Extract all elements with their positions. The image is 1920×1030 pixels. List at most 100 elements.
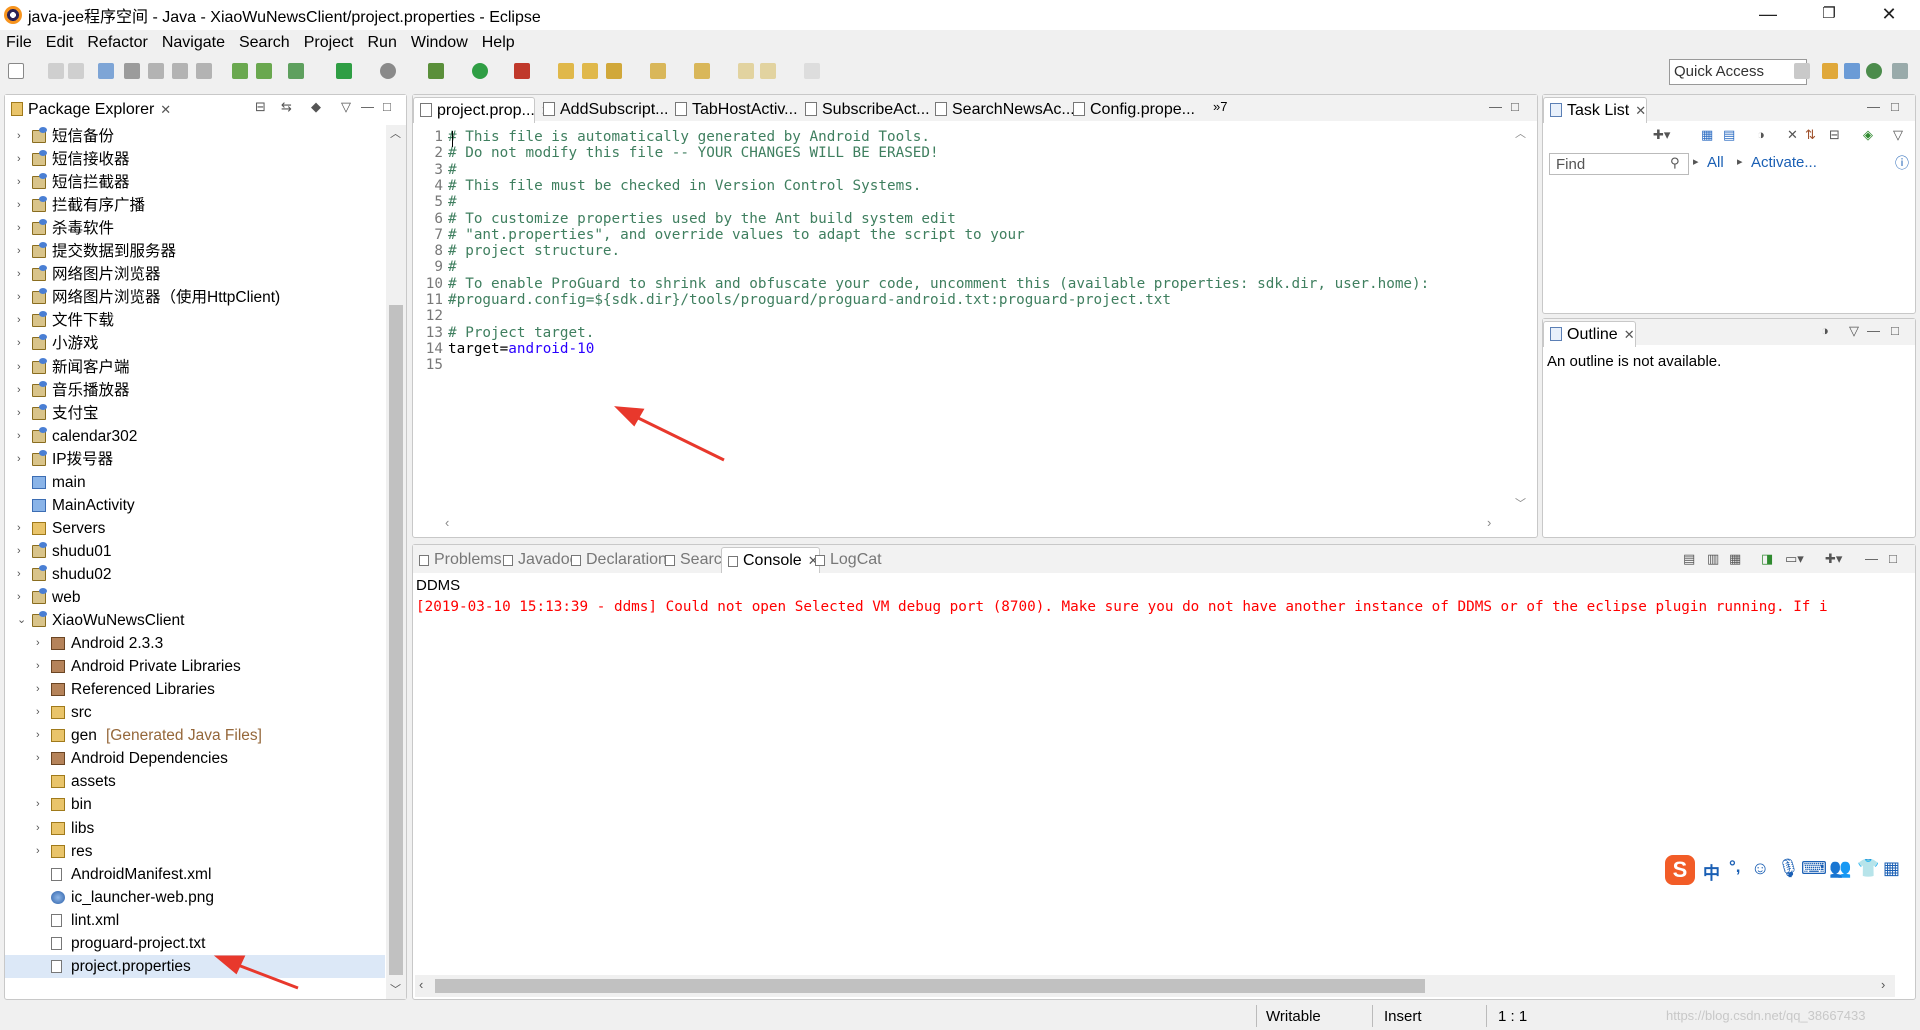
new-icon[interactable] — [8, 63, 24, 79]
collapse-all-icon[interactable]: ⊟ — [255, 99, 266, 115]
categorize-icon[interactable]: ▦ — [1701, 127, 1713, 143]
minimize-view-icon[interactable]: — — [1867, 99, 1880, 114]
tree-scroll-thumb[interactable] — [389, 305, 403, 975]
editor-hscrollbar[interactable]: ‹ › — [441, 515, 1503, 533]
minimize-button[interactable]: — — [1745, 0, 1791, 30]
tree-item[interactable]: › calendar302 — [5, 425, 385, 448]
collapsed-chevron-icon[interactable]: › — [36, 655, 46, 678]
menu-navigate[interactable]: Navigate — [162, 34, 225, 52]
print-icon[interactable] — [98, 63, 114, 79]
tab-logcat[interactable]: LogCat — [809, 547, 882, 573]
save-icon[interactable] — [48, 63, 64, 79]
tree-item[interactable]: › IP拨号器 — [5, 448, 385, 471]
android-sdk-icon[interactable] — [232, 63, 248, 79]
java-perspective-icon[interactable] — [1844, 63, 1860, 79]
collapsed-chevron-icon[interactable]: › — [36, 747, 46, 770]
open-console-icon[interactable]: ✚▾ — [1825, 551, 1842, 567]
console-hscrollbar[interactable]: ‹ › — [415, 975, 1895, 997]
menu-edit[interactable]: Edit — [46, 34, 74, 52]
collapsed-chevron-icon[interactable]: › — [17, 379, 27, 402]
scroll-right-icon[interactable]: › — [1881, 977, 1885, 992]
collapsed-chevron-icon[interactable]: › — [17, 563, 27, 586]
save-all-icon[interactable] — [68, 63, 84, 79]
tree-item[interactable]: › Android 2.3.3 — [5, 632, 385, 655]
tree-item[interactable]: › 新闻客户端 — [5, 356, 385, 379]
tab-search[interactable]: Search — [659, 547, 731, 573]
expanded-chevron-icon[interactable]: ⌄ — [17, 609, 27, 632]
focus-icon[interactable]: ◆ — [311, 99, 321, 115]
collapsed-chevron-icon[interactable]: › — [36, 701, 46, 724]
scroll-left-icon[interactable]: ‹ — [419, 977, 423, 992]
scroll-left-icon[interactable]: ‹ — [445, 515, 449, 530]
word-wrap-icon[interactable]: ▦ — [1729, 551, 1741, 567]
menu-run[interactable]: Run — [367, 34, 396, 52]
build-icon[interactable] — [336, 63, 352, 79]
close-icon[interactable]: ✕ — [1624, 327, 1635, 342]
tree-item[interactable]: › Android Private Libraries — [5, 655, 385, 678]
menu-help[interactable]: Help — [482, 34, 515, 52]
scroll-down-icon[interactable]: ﹀ — [1515, 495, 1526, 511]
collapsed-chevron-icon[interactable]: › — [17, 240, 27, 263]
tree-item[interactable]: project.properties — [5, 954, 385, 978]
collapsed-chevron-icon[interactable]: › — [17, 332, 27, 355]
user-icon[interactable]: 👥 — [1829, 858, 1851, 879]
activate-link[interactable]: Activate... — [1751, 154, 1817, 171]
collapsed-chevron-icon[interactable]: › — [17, 356, 27, 379]
tree-item[interactable]: ic_launcher-web.png — [5, 886, 385, 909]
tree-item[interactable]: › Servers — [5, 517, 385, 540]
tree-item[interactable]: MainActivity — [5, 494, 385, 517]
tree-item[interactable]: › 网络图片浏览器 — [5, 263, 385, 286]
show-completed-icon[interactable]: ◑ — [1757, 127, 1765, 142]
collapsed-chevron-icon[interactable]: › — [17, 148, 27, 171]
tree-item[interactable]: › Android Dependencies — [5, 747, 385, 770]
tree-item[interactable]: › 小游戏 — [5, 332, 385, 355]
editor-tab[interactable]: Config.prope... — [1067, 97, 1195, 123]
editor-tab[interactable]: SearchNewsAc... — [929, 97, 1075, 123]
keyboard-icon[interactable]: ⌨ — [1801, 858, 1827, 879]
link-editor-icon[interactable]: ⇆ — [281, 99, 292, 115]
tree-item[interactable]: › 网络图片浏览器（使用HttpClient) — [5, 286, 385, 309]
tree-item[interactable]: › 音乐播放器 — [5, 379, 385, 402]
quick-access-field[interactable]: Quick Access — [1669, 59, 1807, 85]
more-tabs-indicator[interactable]: »7 — [1213, 99, 1227, 114]
schedule-icon[interactable]: ▤ — [1723, 127, 1735, 143]
tree-item[interactable]: › Referenced Libraries — [5, 678, 385, 701]
back-icon[interactable] — [760, 63, 776, 79]
menu-file[interactable]: File — [6, 34, 32, 52]
tree-item[interactable]: › 提交数据到服务器 — [5, 240, 385, 263]
console-scroll-thumb[interactable] — [435, 979, 1425, 993]
all-link[interactable]: All — [1707, 154, 1724, 171]
maximize-view-icon[interactable]: □ — [383, 99, 391, 114]
tree-item[interactable]: › shudu01 — [5, 540, 385, 563]
collapsed-chevron-icon[interactable]: › — [17, 402, 27, 425]
open-task-icon[interactable] — [582, 63, 598, 79]
collapsed-chevron-icon[interactable]: › — [17, 286, 27, 309]
ime-toolbar[interactable]: S 中 °, ☺ 🎙 ⌨ 👥 👕 ▦ — [1663, 855, 1913, 887]
collapsed-chevron-icon[interactable]: › — [36, 817, 46, 840]
menu-search[interactable]: Search — [239, 34, 290, 52]
editor-vscrollbar[interactable]: ︿ ﹀ — [1505, 123, 1535, 513]
annotation-icon[interactable] — [650, 63, 666, 79]
collapsed-chevron-icon[interactable]: › — [36, 724, 46, 747]
cut-icon[interactable] — [124, 63, 140, 79]
lint-icon[interactable] — [288, 63, 304, 79]
tab-outline[interactable]: Outline ✕ — [1543, 321, 1636, 347]
java-ee-perspective-icon[interactable] — [1822, 63, 1838, 79]
menu-project[interactable]: Project — [304, 34, 354, 52]
maximize-view-icon[interactable]: □ — [1511, 99, 1519, 114]
maximize-button[interactable]: ❐ — [1806, 0, 1852, 30]
tree-item[interactable]: › 杀毒软件 — [5, 217, 385, 240]
scroll-lock-icon[interactable]: ▥ — [1707, 551, 1719, 567]
close-icon[interactable]: ✕ — [160, 102, 171, 117]
display-console-icon[interactable]: ▭▾ — [1785, 551, 1804, 567]
view-menu-icon[interactable]: ▽ — [1893, 127, 1903, 143]
help-icon[interactable]: ⓘ — [1895, 153, 1909, 173]
tree-item[interactable]: › shudu02 — [5, 563, 385, 586]
sync-icon[interactable]: ⇅ — [1805, 127, 1816, 143]
skin-icon[interactable]: 👕 — [1857, 858, 1879, 879]
tab-problems[interactable]: Problems — [413, 547, 502, 573]
maximize-view-icon[interactable]: □ — [1889, 551, 1897, 566]
tree-item[interactable]: ⌄ XiaoWuNewsClient — [5, 609, 385, 632]
debug-perspective-icon[interactable] — [1892, 63, 1908, 79]
terminal-icon[interactable] — [380, 63, 396, 79]
